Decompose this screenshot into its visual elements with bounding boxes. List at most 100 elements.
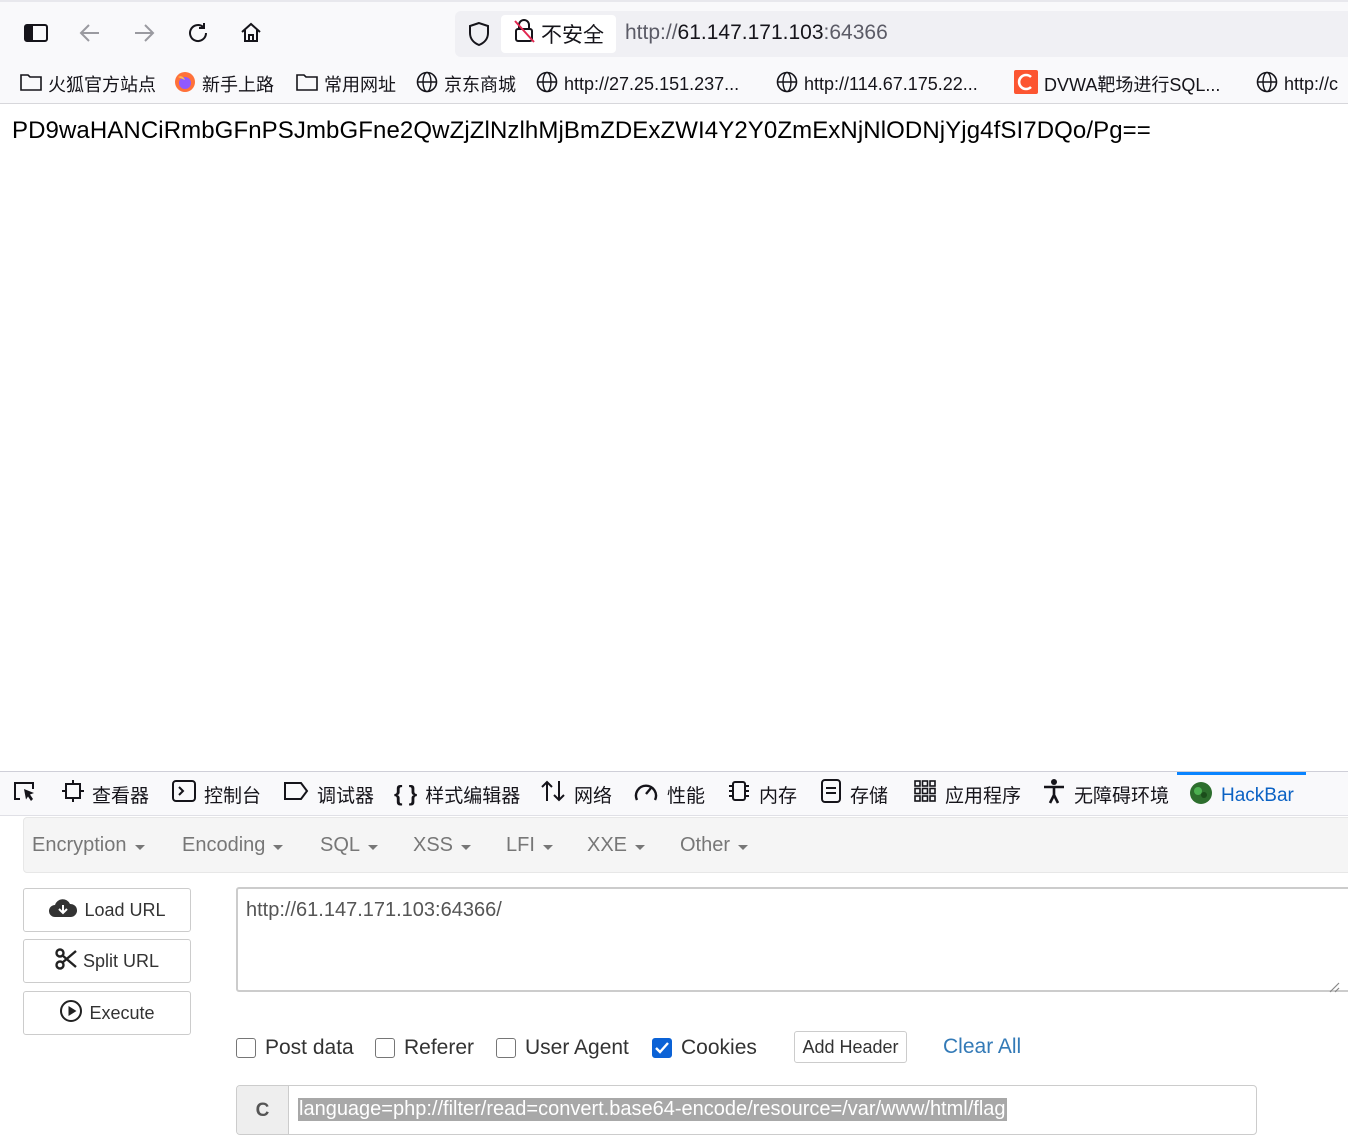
tab-style-editor[interactable]: { } 样式编辑器 bbox=[394, 772, 520, 816]
checkbox-label: Cookies bbox=[681, 1036, 757, 1059]
bookmark-item[interactable]: 京东商城 bbox=[416, 70, 516, 98]
add-header-button[interactable]: Add Header bbox=[794, 1031, 907, 1063]
tab-application[interactable]: 应用程序 bbox=[913, 772, 1021, 816]
url-scheme: http:// bbox=[625, 21, 678, 44]
execute-button[interactable]: Execute bbox=[23, 991, 191, 1035]
tab-label: HackBar bbox=[1221, 784, 1294, 806]
back-icon[interactable] bbox=[73, 16, 107, 50]
tab-label: 控制台 bbox=[204, 785, 262, 807]
menu-xss[interactable]: XSS bbox=[413, 834, 472, 857]
performance-icon bbox=[633, 780, 659, 808]
checkbox-label: Referer bbox=[404, 1036, 475, 1059]
button-label: Execute bbox=[89, 1002, 155, 1023]
tab-label: 存储 bbox=[850, 785, 889, 807]
element-picker-icon bbox=[12, 779, 38, 809]
bookmark-item[interactable]: 火狐官方站点 bbox=[20, 70, 156, 98]
application-icon bbox=[913, 779, 937, 809]
menu-encryption[interactable]: Encryption bbox=[32, 834, 145, 857]
checkbox-box[interactable] bbox=[375, 1038, 395, 1058]
tab-network[interactable]: 网络 bbox=[540, 772, 612, 816]
button-label: Split URL bbox=[82, 950, 160, 971]
tab-label: 无障碍环境 bbox=[1074, 785, 1170, 807]
post-data-checkbox[interactable]: Post data bbox=[236, 1036, 354, 1060]
cookies-checkbox[interactable]: Cookies bbox=[652, 1036, 757, 1060]
bookmark-item[interactable]: DVWA靶场进行SQL... bbox=[1014, 69, 1221, 99]
tab-accessibility[interactable]: 无障碍环境 bbox=[1042, 772, 1169, 816]
reload-icon[interactable] bbox=[181, 16, 215, 50]
memory-icon bbox=[727, 779, 751, 809]
tab-label: 调试器 bbox=[317, 785, 375, 807]
menu-encoding[interactable]: Encoding bbox=[182, 834, 284, 857]
checkbox-label: User Agent bbox=[525, 1036, 629, 1059]
checkmark-icon bbox=[655, 1042, 669, 1054]
insecure-lock-icon bbox=[513, 19, 535, 49]
checkbox-box[interactable] bbox=[652, 1038, 672, 1058]
user-agent-checkbox[interactable]: User Agent bbox=[496, 1036, 629, 1060]
tab-label: 内存 bbox=[759, 785, 798, 807]
folder-icon bbox=[20, 72, 42, 97]
tab-label: 网络 bbox=[574, 785, 613, 807]
scissors-icon bbox=[55, 947, 77, 975]
globe-icon bbox=[776, 71, 798, 98]
element-picker-button[interactable] bbox=[12, 772, 38, 816]
checkbox-box[interactable] bbox=[236, 1038, 256, 1058]
tab-performance[interactable]: 性能 bbox=[633, 772, 705, 816]
insecure-connection-indicator[interactable]: 不安全 bbox=[501, 15, 616, 53]
tab-inspector[interactable]: 查看器 bbox=[62, 772, 149, 816]
storage-icon bbox=[820, 779, 842, 809]
load-url-button[interactable]: Load URL bbox=[23, 888, 191, 932]
menu-label: XXE bbox=[587, 834, 628, 856]
menu-lfi[interactable]: LFI bbox=[506, 834, 553, 857]
tab-hackbar[interactable]: HackBar bbox=[1177, 772, 1306, 816]
tracking-protection-shield-icon[interactable] bbox=[467, 21, 491, 52]
tab-storage[interactable]: 存储 bbox=[820, 772, 888, 816]
forward-icon[interactable] bbox=[127, 16, 161, 50]
menu-xxe[interactable]: XXE bbox=[587, 834, 646, 857]
csdn-icon bbox=[1014, 69, 1038, 99]
browser-toolbar: 不安全 http://61.147.171.103:64366 bbox=[0, 0, 1348, 64]
style-editor-icon: { } bbox=[394, 781, 418, 806]
url-text[interactable]: http://61.147.171.103:64366 bbox=[625, 21, 888, 45]
play-circle-icon bbox=[59, 999, 83, 1028]
tab-memory[interactable]: 内存 bbox=[727, 772, 797, 816]
tab-console[interactable]: 控制台 bbox=[172, 772, 261, 816]
globe-icon bbox=[1256, 71, 1278, 98]
url-textarea[interactable]: http://61.147.171.103:64366/ bbox=[236, 887, 1348, 993]
bookmark-label: 火狐官方站点 bbox=[48, 75, 156, 95]
debugger-icon bbox=[283, 781, 309, 807]
devtools-tab-bar: 查看器 控制台 调试器 { } 样式编辑器 网络 性能 内存 存储 应用程序 无… bbox=[0, 772, 1348, 816]
button-label: Load URL bbox=[84, 899, 166, 920]
page-body-text: PD9waHANCiRmbGFnPSJmbGFne2QwZjZlNzlhMjBm… bbox=[12, 117, 1151, 144]
globe-icon bbox=[416, 71, 438, 98]
split-url-button[interactable]: Split URL bbox=[23, 939, 191, 983]
referer-checkbox[interactable]: Referer bbox=[375, 1036, 474, 1060]
bookmark-item[interactable]: 常用网址 bbox=[296, 70, 396, 98]
menu-sql[interactable]: SQL bbox=[320, 834, 379, 857]
bookmark-item[interactable]: http://27.25.151.237... bbox=[536, 70, 739, 98]
address-bar[interactable]: 不安全 http://61.147.171.103:64366 bbox=[455, 11, 1348, 57]
menu-label: LFI bbox=[506, 834, 535, 856]
bookmark-item[interactable]: http://c bbox=[1256, 70, 1338, 98]
caret-down-icon bbox=[738, 844, 749, 850]
checkbox-box[interactable] bbox=[496, 1038, 516, 1058]
cloud-download-icon bbox=[48, 897, 78, 924]
sidebar-toggle-icon[interactable] bbox=[19, 16, 53, 50]
resize-handle-icon[interactable] bbox=[1328, 976, 1340, 993]
menu-label: Encryption bbox=[32, 834, 127, 856]
cookie-input[interactable]: language=php://filter/read=convert.base6… bbox=[298, 1098, 1007, 1121]
tab-label: 应用程序 bbox=[945, 785, 1022, 807]
console-icon bbox=[172, 780, 196, 808]
bookmark-label: DVWA靶场进行SQL... bbox=[1044, 75, 1221, 95]
caret-down-icon bbox=[273, 844, 284, 850]
url-textarea-value: http://61.147.171.103:64366/ bbox=[246, 899, 502, 921]
menu-other[interactable]: Other bbox=[680, 834, 749, 857]
clear-all-link[interactable]: Clear All bbox=[943, 1035, 1021, 1059]
tab-debugger[interactable]: 调试器 bbox=[283, 772, 374, 816]
caret-down-icon bbox=[134, 844, 145, 850]
caret-down-icon bbox=[635, 844, 646, 850]
bookmark-item[interactable]: 新手上路 bbox=[174, 70, 274, 98]
home-icon[interactable] bbox=[234, 16, 268, 50]
bookmark-item[interactable]: http://114.67.175.22... bbox=[776, 70, 978, 98]
bookmark-label: 常用网址 bbox=[324, 75, 396, 95]
cookie-field-label: C bbox=[237, 1086, 289, 1134]
